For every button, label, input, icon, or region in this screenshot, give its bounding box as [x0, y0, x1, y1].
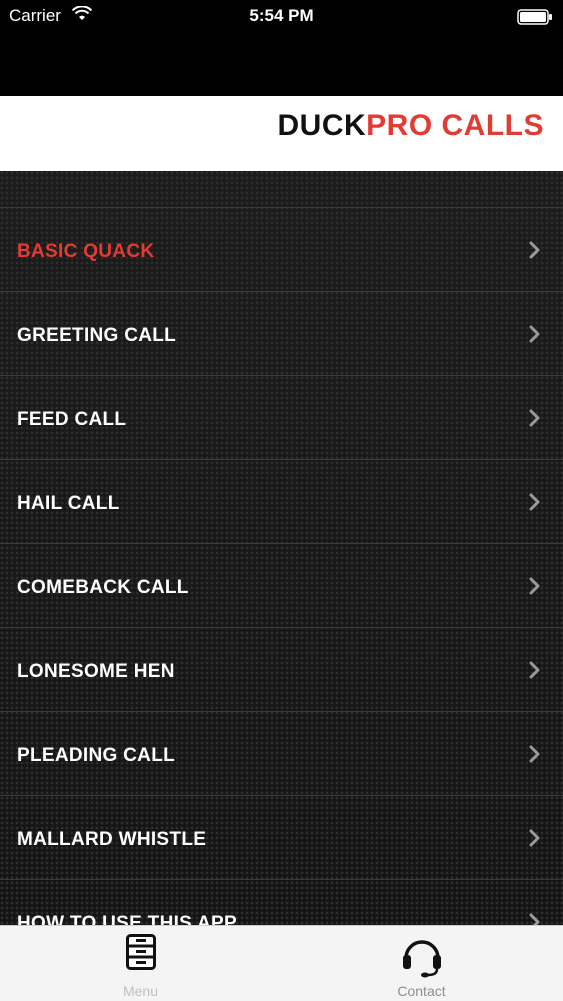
menu-item-label: LONESOME HEN	[17, 661, 175, 682]
menu-top-divider	[0, 171, 563, 208]
menu-item-pleading-call[interactable]: PLEADING CALL	[0, 712, 563, 796]
chevron-right-icon	[529, 661, 541, 679]
menu-item-lonesome-hen[interactable]: LONESOME HEN	[0, 628, 563, 712]
chevron-right-icon	[529, 913, 541, 925]
tab-bar: Menu Contact	[0, 925, 563, 1001]
menu-item-label: MALLARD WHISTLE	[17, 829, 207, 850]
menu-item-label: PLEADING CALL	[17, 745, 176, 766]
menu-item-hail-call[interactable]: HAIL CALL	[0, 460, 563, 544]
status-time: 5:54 PM	[249, 6, 314, 25]
nav-bar-spacer	[0, 34, 563, 96]
menu-item-how-to-use-this-app[interactable]: HOW TO USE THIS APP	[0, 880, 563, 925]
logo-text-pro-calls: PRO CALLS	[366, 109, 544, 142]
status-bar: Carrier 5:54 PM	[0, 0, 563, 34]
menu-item-label: COMEBACK CALL	[17, 577, 189, 598]
tab-contact-label: Contact	[397, 983, 446, 999]
headset-icon	[400, 934, 444, 983]
menu-item-label: HAIL CALL	[17, 493, 120, 514]
battery-icon	[517, 9, 553, 30]
chevron-right-icon	[529, 829, 541, 847]
menu-item-feed-call[interactable]: FEED CALL	[0, 376, 563, 460]
chevron-right-icon	[529, 409, 541, 427]
chevron-right-icon	[529, 745, 541, 763]
menu-item-basic-quack[interactable]: BASIC QUACK	[0, 208, 563, 292]
menu-item-label: BASIC QUACK	[17, 241, 155, 262]
menu-item-comeback-call[interactable]: COMEBACK CALL	[0, 544, 563, 628]
menu-item-greeting-call[interactable]: GREETING CALL	[0, 292, 563, 376]
brand-header: DUCKPRO CALLS	[0, 96, 563, 171]
menu-item-label: GREETING CALL	[17, 325, 177, 346]
chevron-right-icon	[529, 493, 541, 511]
app-logo: DUCKPRO CALLS	[277, 109, 544, 143]
menu-item-label: HOW TO USE THIS APP	[17, 913, 237, 925]
tab-menu[interactable]: Menu	[0, 926, 281, 1001]
tab-menu-label: Menu	[122, 983, 159, 999]
logo-text-duck: DUCK	[277, 109, 367, 142]
chevron-right-icon	[529, 325, 541, 343]
chevron-right-icon	[529, 577, 541, 595]
menu-list[interactable]: BASIC QUACK GREETING CALL FEED CALL HAIL CA…	[0, 171, 563, 925]
cabinet-icon	[125, 934, 156, 975]
menu-item-mallard-whistle[interactable]: MALLARD WHISTLE	[0, 796, 563, 880]
chevron-right-icon	[529, 241, 541, 259]
tab-contact[interactable]: Contact	[281, 926, 562, 1001]
menu-item-label: FEED CALL	[17, 409, 127, 430]
